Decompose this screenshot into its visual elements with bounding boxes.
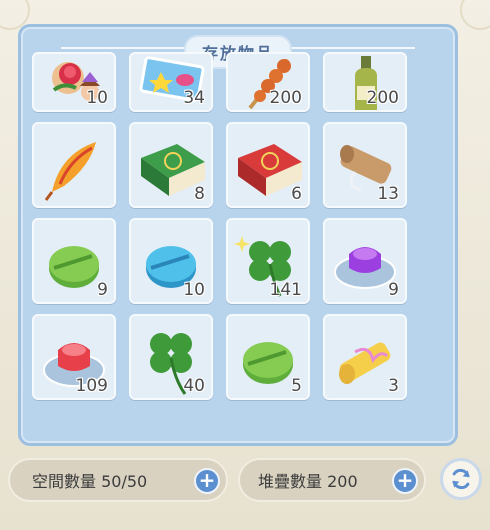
item-quantity: 200: [269, 88, 302, 108]
item-slot[interactable]: 9: [323, 218, 407, 304]
item-slot[interactable]: [32, 122, 116, 208]
storage-space-label: 空間數量 50/50: [32, 472, 148, 491]
item-slot[interactable]: 3: [323, 314, 407, 400]
item-slot[interactable]: 141: [226, 218, 310, 304]
refresh-button[interactable]: [440, 458, 482, 500]
item-slot[interactable]: 13: [323, 122, 407, 208]
item-slot[interactable]: 5: [226, 314, 310, 400]
stack-count-bar: 堆疊數量 200 +: [238, 458, 426, 502]
item-slot[interactable]: 10: [32, 52, 116, 112]
item-slot[interactable]: 34: [129, 52, 213, 112]
item-slot[interactable]: 109: [32, 314, 116, 400]
item-slot[interactable]: 6: [226, 122, 310, 208]
item-slot[interactable]: 200: [323, 52, 407, 112]
item-slot[interactable]: 200: [226, 52, 310, 112]
item-quantity: 109: [75, 376, 108, 396]
item-quantity: 9: [388, 280, 399, 300]
stack-count-label: 堆疊數量 200: [258, 472, 358, 491]
item-quantity: 200: [366, 88, 399, 108]
item-quantity: 141: [269, 280, 302, 300]
expand-stack-button[interactable]: +: [392, 468, 418, 494]
item-quantity: 34: [183, 88, 205, 108]
item-quantity: 6: [291, 184, 302, 204]
storage-space-bar: 空間數量 50/50 +: [8, 458, 228, 502]
item-quantity: 10: [86, 88, 108, 108]
item-quantity: 10: [183, 280, 205, 300]
item-quantity: 40: [183, 376, 205, 396]
item-quantity: 9: [97, 280, 108, 300]
item-slot[interactable]: 10: [129, 218, 213, 304]
item-quantity: 3: [388, 376, 399, 396]
item-quantity: 5: [291, 376, 302, 396]
item-quantity: 13: [377, 184, 399, 204]
refresh-icon: [452, 468, 470, 490]
expand-space-button[interactable]: +: [194, 468, 220, 494]
item-grid[interactable]: 10 34 200 200 8 6 13 9 10 141 9 109 40 5…: [32, 52, 407, 440]
item-slot[interactable]: 40: [129, 314, 213, 400]
item-slot[interactable]: 8: [129, 122, 213, 208]
item-quantity: 8: [194, 184, 205, 204]
item-slot[interactable]: 9: [32, 218, 116, 304]
phoenix-feather-icon: [44, 142, 96, 201]
